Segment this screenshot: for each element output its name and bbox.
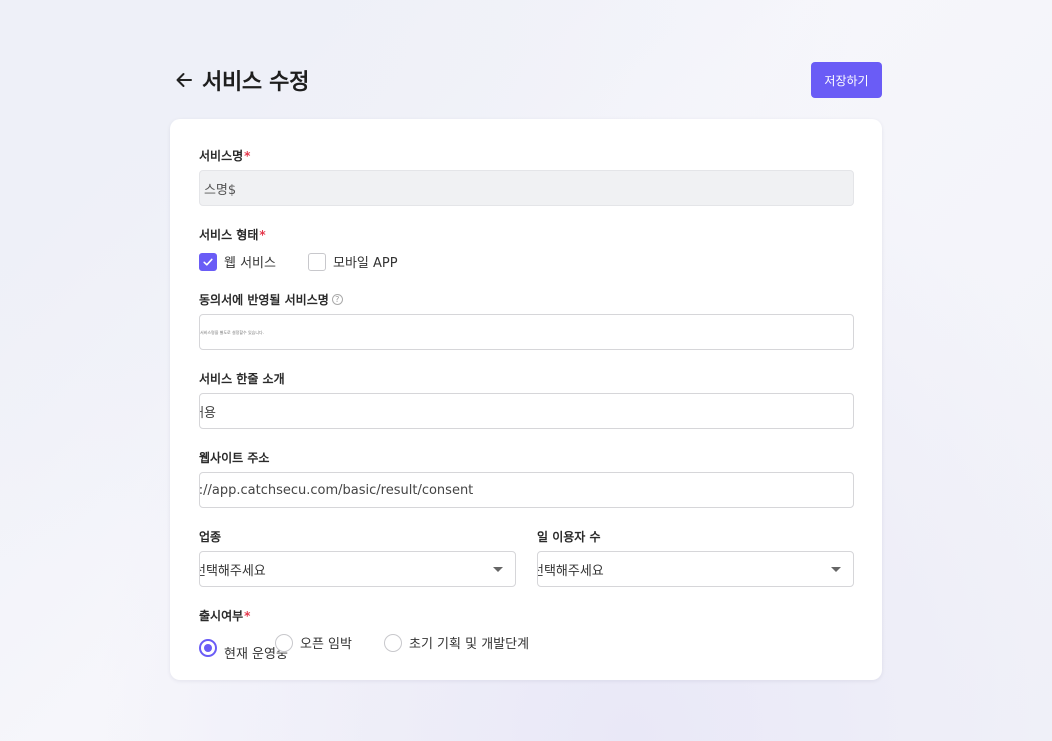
required-mark: * xyxy=(244,608,251,623)
radio-early-stage[interactable]: 초기 기획 및 개발단계 xyxy=(384,633,529,652)
save-button[interactable]: 저장하기 xyxy=(811,62,882,98)
industry-select[interactable]: 선택해주세요 xyxy=(199,551,516,587)
form-card: 서비스명* 서비스 형태* 웹 서비스 모바일 APP 동의서에 반영될 서비스… xyxy=(170,119,882,680)
radio-button[interactable] xyxy=(275,633,293,652)
service-name-field[interactable] xyxy=(199,170,854,206)
daily-users-select[interactable]: 선택해주세요 xyxy=(537,551,854,587)
service-type-label: 서비스 형태 * xyxy=(199,227,266,243)
radio-button[interactable] xyxy=(199,638,217,657)
consent-name-label: 동의서에 반영될 서비스명 ? xyxy=(199,291,343,308)
service-name-label: 서비스명 * xyxy=(199,148,251,164)
arrow-left-icon xyxy=(176,73,192,87)
checkbox-label: 모바일 APP xyxy=(333,256,398,271)
service-name-input[interactable] xyxy=(200,171,853,205)
radio-label: 오픈 임박 xyxy=(300,637,352,652)
consent-name-field[interactable] xyxy=(199,314,854,350)
checkbox[interactable] xyxy=(308,252,326,271)
checkbox[interactable] xyxy=(199,252,217,271)
required-mark: * xyxy=(244,148,251,163)
industry-label: 업종 xyxy=(199,530,222,544)
radio-label: 초기 기획 및 개발단계 xyxy=(409,637,530,652)
website-input[interactable] xyxy=(200,473,853,507)
page-header: 서비스 수정 저장하기 xyxy=(170,62,882,98)
daily-users-selected-value: 선택해주세요 xyxy=(537,563,604,579)
title-wrap: 서비스 수정 xyxy=(170,64,309,96)
industry-selected-value: 선택해주세요 xyxy=(199,563,266,579)
check-icon xyxy=(203,258,213,266)
intro-input[interactable] xyxy=(200,394,853,428)
back-button[interactable] xyxy=(170,66,198,94)
consent-name-input[interactable] xyxy=(200,315,853,349)
radio-launch-soon[interactable]: 오픈 임박 xyxy=(275,633,352,652)
checkbox-web-service[interactable]: 웹 서비스 xyxy=(199,252,276,271)
required-mark: * xyxy=(259,227,266,242)
website-field[interactable] xyxy=(199,472,854,508)
intro-field[interactable] xyxy=(199,393,854,429)
caret-down-icon xyxy=(831,567,841,572)
intro-label: 서비스 한줄 소개 xyxy=(199,372,285,386)
release-label: 출시여부 * xyxy=(199,608,251,624)
question-circle-icon[interactable]: ? xyxy=(331,294,343,305)
checkbox-mobile-app[interactable]: 모바일 APP xyxy=(308,252,398,271)
checkbox-label: 웹 서비스 xyxy=(224,256,276,271)
radio-button[interactable] xyxy=(384,633,402,652)
caret-down-icon xyxy=(493,567,503,572)
page-title: 서비스 수정 xyxy=(202,70,310,95)
daily-users-label: 일 이용자 수 xyxy=(537,530,601,544)
website-label: 웹사이트 주소 xyxy=(199,451,270,465)
